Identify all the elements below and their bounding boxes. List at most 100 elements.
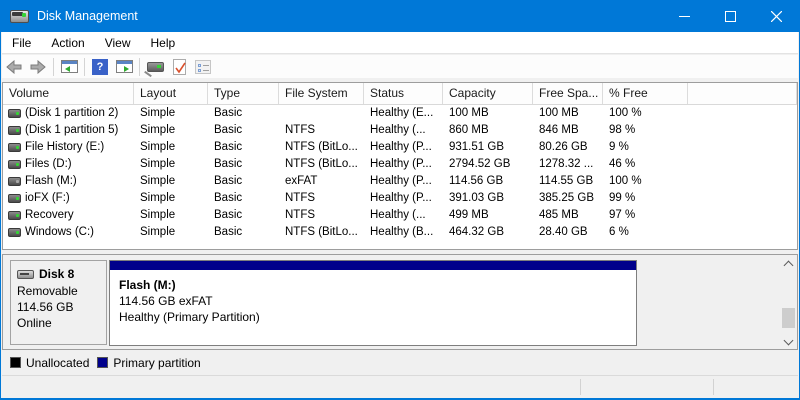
volume-name: Recovery bbox=[25, 207, 74, 224]
disk-name: Disk 8 bbox=[39, 267, 74, 281]
scrollbar-thumb[interactable] bbox=[782, 308, 795, 328]
volume-name: Flash (M:) bbox=[25, 173, 77, 190]
column-header-free-space[interactable]: Free Spa... bbox=[533, 83, 603, 104]
volume-free: 1278.32 ... bbox=[533, 156, 603, 173]
partition-size-fs: 114.56 GB exFAT bbox=[119, 293, 636, 309]
back-icon bbox=[6, 60, 22, 74]
volume-status: Healthy (B... bbox=[364, 224, 443, 241]
column-header-file-system[interactable]: File System bbox=[279, 83, 364, 104]
unallocated-swatch-icon bbox=[10, 357, 21, 368]
volume-free: 80.26 GB bbox=[533, 139, 603, 156]
show-console-tree-button[interactable] bbox=[57, 56, 81, 77]
volume-row[interactable]: File History (E:) Simple Basic NTFS (Bit… bbox=[3, 139, 797, 156]
titlebar[interactable]: Disk Management bbox=[1, 0, 799, 32]
partition-block[interactable]: Flash (M:) 114.56 GB exFAT Healthy (Prim… bbox=[109, 260, 637, 346]
help-button[interactable]: ? bbox=[88, 56, 112, 77]
volume-row[interactable]: ioFX (F:) Simple Basic NTFS Healthy (P..… bbox=[3, 190, 797, 207]
volume-status: Healthy (P... bbox=[364, 139, 443, 156]
disk-properties-button[interactable] bbox=[143, 56, 167, 77]
close-button[interactable] bbox=[753, 0, 799, 32]
volume-status: Healthy (E... bbox=[364, 105, 443, 122]
maximize-button[interactable] bbox=[707, 0, 753, 32]
volume-free: 485 MB bbox=[533, 207, 603, 224]
volume-layout: Simple bbox=[134, 156, 208, 173]
menu-help[interactable]: Help bbox=[141, 32, 186, 54]
volume-fs: NTFS (BitLo... bbox=[279, 156, 364, 173]
volume-type: Basic bbox=[208, 122, 279, 139]
volume-free: 846 MB bbox=[533, 122, 603, 139]
volume-fs bbox=[279, 105, 364, 122]
legend-item-primary-partition: Primary partition bbox=[97, 356, 200, 370]
volume-fs: NTFS bbox=[279, 207, 364, 224]
volume-pct-free: 100 % bbox=[603, 105, 688, 122]
disk-header[interactable]: Disk 8 Removable 114.56 GB Online bbox=[10, 260, 107, 345]
column-header-status[interactable]: Status bbox=[364, 83, 443, 104]
volume-name: (Disk 1 partition 2) bbox=[25, 105, 118, 122]
checklist-button[interactable] bbox=[191, 56, 215, 77]
volume-fs: NTFS (BitLo... bbox=[279, 224, 364, 241]
column-header-capacity[interactable]: Capacity bbox=[443, 83, 533, 104]
volume-drive-icon bbox=[8, 228, 21, 237]
volume-row[interactable]: Recovery Simple Basic NTFS Healthy (... … bbox=[3, 207, 797, 224]
volume-row[interactable]: Files (D:) Simple Basic NTFS (BitLo... H… bbox=[3, 156, 797, 173]
volume-capacity: 2794.52 GB bbox=[443, 156, 533, 173]
volume-free: 385.25 GB bbox=[533, 190, 603, 207]
menu-action[interactable]: Action bbox=[41, 32, 94, 54]
menu-file[interactable]: File bbox=[2, 32, 41, 54]
volume-layout: Simple bbox=[134, 173, 208, 190]
minimize-button[interactable] bbox=[661, 0, 707, 32]
volume-layout: Simple bbox=[134, 224, 208, 241]
menu-view[interactable]: View bbox=[95, 32, 141, 54]
volume-drive-icon bbox=[8, 160, 21, 169]
volume-pct-free: 99 % bbox=[603, 190, 688, 207]
volume-type: Basic bbox=[208, 156, 279, 173]
volume-status: Healthy (P... bbox=[364, 190, 443, 207]
partition-health: Healthy (Primary Partition) bbox=[119, 309, 636, 325]
volume-row[interactable]: (Disk 1 partition 2) Simple Basic Health… bbox=[3, 105, 797, 122]
forward-button[interactable] bbox=[26, 56, 50, 77]
primary-partition-swatch-icon bbox=[97, 357, 108, 368]
volume-row[interactable]: Windows (C:) Simple Basic NTFS (BitLo...… bbox=[3, 224, 797, 241]
scroll-up-button[interactable] bbox=[781, 256, 796, 270]
volume-layout: Simple bbox=[134, 207, 208, 224]
minimize-icon bbox=[679, 11, 690, 22]
legend-bar: Unallocated Primary partition bbox=[2, 352, 798, 373]
check-document-button[interactable] bbox=[167, 56, 191, 77]
volume-list-pane: Volume Layout Type File System Status Ca… bbox=[2, 82, 798, 250]
volume-type: Basic bbox=[208, 105, 279, 122]
column-header-pct-free[interactable]: % Free bbox=[603, 83, 688, 104]
volume-capacity: 114.56 GB bbox=[443, 173, 533, 190]
volume-drive-icon bbox=[8, 126, 21, 135]
back-button[interactable] bbox=[2, 56, 26, 77]
status-bar-separator bbox=[580, 379, 581, 395]
console-tree-icon bbox=[61, 60, 78, 73]
toolbar: ? bbox=[2, 55, 798, 78]
volume-pct-free: 46 % bbox=[603, 156, 688, 173]
help-icon: ? bbox=[92, 59, 108, 75]
scroll-down-button[interactable] bbox=[781, 335, 796, 349]
column-header-volume[interactable]: Volume bbox=[3, 83, 134, 104]
maximize-icon bbox=[725, 11, 736, 22]
volume-capacity: 100 MB bbox=[443, 105, 533, 122]
volume-drive-icon bbox=[8, 177, 21, 186]
disk-status: Online bbox=[17, 315, 106, 331]
action-pane-icon bbox=[116, 60, 133, 73]
legend-item-unallocated: Unallocated bbox=[10, 356, 89, 370]
vertical-scrollbar[interactable] bbox=[781, 256, 796, 349]
column-header-type[interactable]: Type bbox=[208, 83, 279, 104]
toolbar-separator bbox=[139, 58, 140, 76]
column-header-layout[interactable]: Layout bbox=[134, 83, 208, 104]
volume-fs: NTFS (BitLo... bbox=[279, 139, 364, 156]
volume-status: Healthy (P... bbox=[364, 173, 443, 190]
column-header-blank bbox=[688, 83, 797, 104]
show-action-pane-button[interactable] bbox=[112, 56, 136, 77]
partition-color-bar bbox=[110, 261, 636, 272]
volume-row[interactable]: Flash (M:) Simple Basic exFAT Healthy (P… bbox=[3, 173, 797, 190]
volume-free: 100 MB bbox=[533, 105, 603, 122]
volume-name: Windows (C:) bbox=[25, 224, 94, 241]
volume-name: File History (E:) bbox=[25, 139, 104, 156]
volume-capacity: 499 MB bbox=[443, 207, 533, 224]
volume-row[interactable]: (Disk 1 partition 5) Simple Basic NTFS H… bbox=[3, 122, 797, 139]
disk-size: 114.56 GB bbox=[17, 299, 106, 315]
toolbar-separator bbox=[53, 58, 54, 76]
